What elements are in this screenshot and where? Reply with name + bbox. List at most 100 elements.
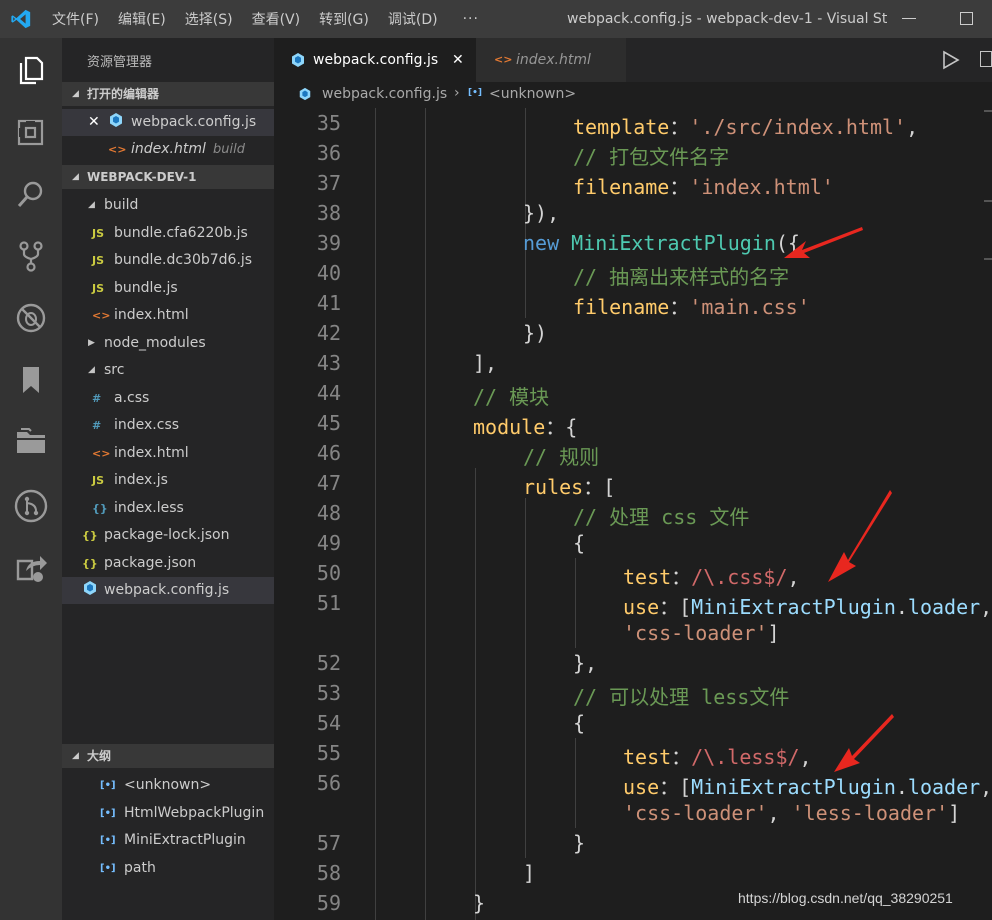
code-token: } [573,831,586,855]
more-menu-icon[interactable]: ··· [463,11,479,27]
chevron-right-icon: ▶ [88,337,95,348]
outline-item[interactable]: [•] MiniExtractPlugin [62,827,274,854]
outline-item[interactable]: [•] <unknown> [62,772,274,799]
editor-tab-bar: webpack.config.js ✕ <> index.html [274,38,992,82]
outline-header[interactable]: ◢ 大纲 [62,744,274,768]
menu-item[interactable]: 文件(F) [52,9,99,29]
tree-file[interactable]: # index.css [62,412,274,439]
tree-file[interactable]: JS bundle.dc30b7d6.js [62,247,274,274]
code-token: use [623,775,660,799]
code-token: , [980,775,992,799]
minimize-icon[interactable] [902,18,916,19]
line-number: 48 [316,501,341,525]
code-line: { [573,711,585,735]
breadcrumb-separator: › [454,85,460,101]
code-token: , [787,565,800,589]
code-token: rules [523,475,584,499]
bookmark-icon[interactable] [13,362,49,398]
menu-item[interactable]: 调试(D) [388,9,438,29]
tree-label: build [104,197,139,213]
code-token: ] [523,861,536,885]
breadcrumb-symbol[interactable]: <unknown> [489,86,576,102]
indent-guide [475,468,476,920]
code-line: template：'./src/index.html', [573,111,918,140]
code-line: use：[MiniExtractPlugin.loader, [623,771,992,800]
outline-item[interactable]: [•] HtmlWebpackPlugin [62,800,274,827]
tree-file[interactable]: <> index.html [62,302,274,329]
tree-label: bundle.cfa6220b.js [114,224,248,241]
tree-file[interactable]: <> index.html [62,440,274,467]
tree-folder[interactable]: ◢ build [62,192,274,219]
code-token: MiniExtractPlugin [691,775,896,799]
line-number: 51 [316,591,341,615]
menu-item[interactable]: 编辑(E) [118,9,166,29]
annotation-arrow [834,714,894,772]
line-number: 40 [316,261,341,285]
open-editor-item[interactable]: <> index.html build [62,136,274,163]
explorer-icon[interactable] [13,52,49,88]
tree-label: index.html [114,307,189,323]
menu-item[interactable]: 选择(S) [185,9,233,29]
code-line: // 规则 [523,441,599,470]
code-token: . [895,775,908,799]
debug-icon[interactable] [13,300,49,336]
remote-icon[interactable] [13,488,49,524]
tree-file[interactable]: JS bundle.cfa6220b.js [62,220,274,247]
menu-item[interactable]: 转到(G) [319,9,369,29]
outline-item[interactable]: [•] path [62,855,274,882]
breadcrumb-file[interactable]: webpack.config.js [322,86,447,102]
line-number: 41 [316,291,341,315]
source-control-icon[interactable] [13,238,49,274]
minimap-marker [984,200,992,202]
code-line: rules：[ [523,471,615,500]
close-icon[interactable]: ✕ [88,109,100,136]
tree-file[interactable]: {} index.less [62,495,274,522]
tab-webpack-config[interactable]: webpack.config.js ✕ [274,38,476,82]
code-token: loader [907,775,981,799]
tab-index-html[interactable]: <> index.html [476,38,626,82]
symbol-icon: [•] [100,807,116,819]
search-icon[interactable] [13,176,49,212]
css-file-icon: # [92,419,102,432]
live-share-icon[interactable] [13,550,49,586]
html-file-icon: <> [92,446,111,460]
webpack-file-icon [108,109,124,136]
close-icon[interactable]: ✕ [452,38,464,82]
tree-file[interactable]: JS bundle.js [62,275,274,302]
line-number: 55 [316,741,341,765]
maximize-icon[interactable] [960,12,973,25]
tree-file[interactable]: {} package.json [62,550,274,577]
line-number: 52 [316,651,341,675]
tree-file[interactable]: JS index.js [62,467,274,494]
project-header[interactable]: ◢ WEBPACK-DEV-1 [62,165,274,189]
menu-item[interactable]: 查看(V) [252,9,301,29]
code-token: './src/index.html' [689,115,907,139]
code-token: ：{ [545,415,578,439]
breadcrumb: webpack.config.js › [•] <unknown> [274,82,992,108]
code-token: ] [767,621,780,645]
open-editors-header[interactable]: ◢ 打开的编辑器 [62,82,274,106]
open-editor-item[interactable]: ✕ webpack.config.js [62,109,274,136]
folder-icon[interactable] [13,424,49,460]
tree-folder[interactable]: ▶ node_modules [62,330,274,357]
split-editor-icon[interactable] [980,51,992,67]
window-title: webpack.config.js - webpack-dev-1 - Visu… [567,11,887,27]
code-line: // 处理 css 文件 [573,501,749,530]
code-token: /\.less$/ [691,745,800,769]
tree-folder[interactable]: ◢ src [62,357,274,384]
run-icon[interactable] [942,50,960,70]
tree-file[interactable]: webpack.config.js [62,577,274,604]
webpack-file-icon [292,53,304,67]
tree-label: a.css [114,389,150,406]
chevron-down-icon: ◢ [88,200,95,210]
html-file-icon: <> [92,309,111,322]
tree-file[interactable]: {} package-lock.json [62,522,274,549]
line-number: 45 [316,411,341,435]
less-file-icon: {} [92,501,108,515]
line-number: 47 [316,471,341,495]
tree-file[interactable]: # a.css [62,385,274,412]
code-token: , [767,801,792,825]
extensions-icon[interactable] [13,114,49,150]
indent-guide [375,108,376,920]
code-line: ] [523,861,535,885]
